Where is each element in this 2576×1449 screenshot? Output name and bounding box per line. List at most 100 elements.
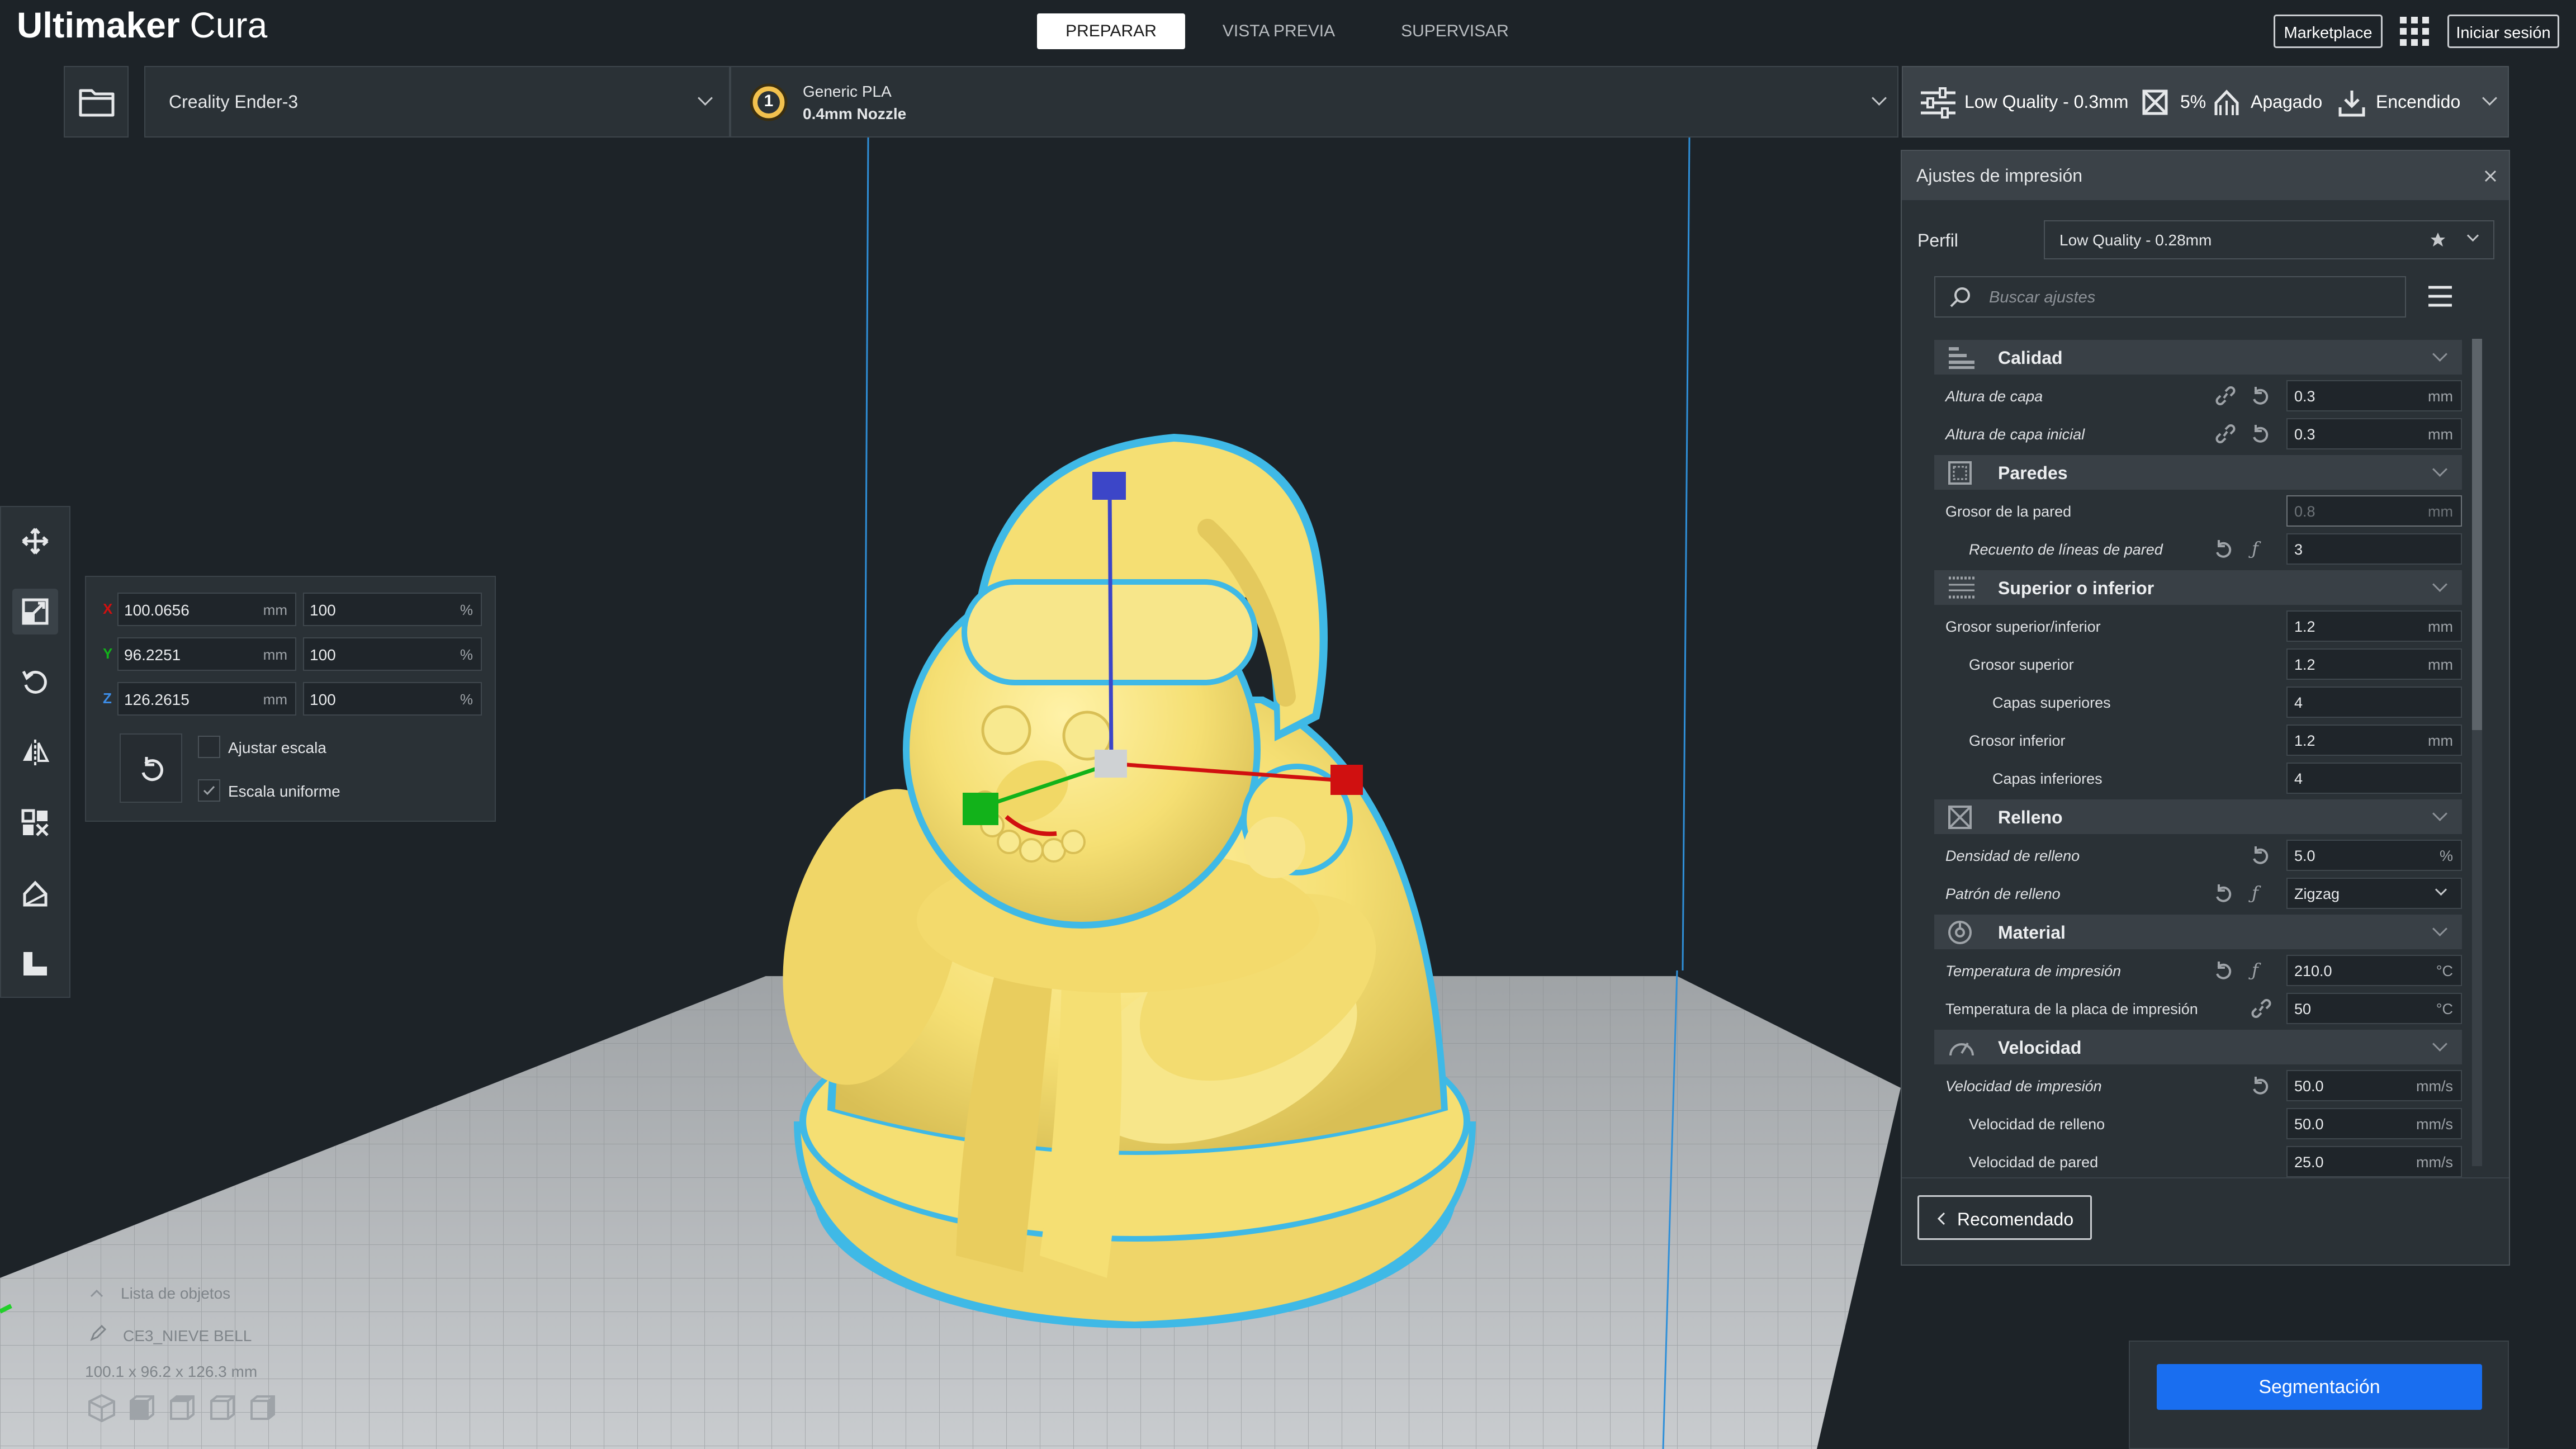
section-paredes[interactable]: Paredes [1934,455,2462,490]
reset-scale-button[interactable] [120,733,182,803]
temp-placa-input[interactable]: 50 °C [2286,993,2462,1024]
print-settings-summary[interactable]: Low Quality - 0.3mm 5% Apagado Encendido [1902,66,2509,138]
link-icon[interactable] [2251,998,2272,1019]
lay-flat-tool[interactable] [12,941,58,987]
capas-superiores-input[interactable]: 4 [2286,686,2462,718]
view-right-icon[interactable] [248,1393,277,1422]
per-model-settings-tool[interactable] [12,800,58,846]
setting-unit: mm/s [2416,1078,2453,1095]
chevron-up-icon[interactable] [89,1288,104,1298]
reset-icon[interactable] [2251,845,2270,865]
vel-relleno-input[interactable]: 50.0 mm/s [2286,1108,2462,1139]
altura-capa-input[interactable]: 0.3 mm [2286,380,2462,411]
recuento-lineas-input[interactable]: 3 [2286,533,2462,565]
grosor-sup-inf-input[interactable]: 1.2 mm [2286,610,2462,642]
view-left-icon[interactable] [208,1393,237,1422]
function-icon[interactable]: ƒ [2252,959,2258,981]
rotate-tool[interactable] [12,659,58,705]
setting-row-grosor-superior: Grosor superior 1.2 mm [1934,645,2462,683]
snap-scaling-checkbox[interactable] [198,736,220,758]
scale-y-mm-input[interactable]: 96.2251 mm [117,637,296,671]
reset-icon[interactable] [2214,539,2233,559]
section-superior-inferior[interactable]: Superior o inferior [1934,570,2462,605]
support-blocker-tool[interactable] [12,870,58,916]
object-name[interactable]: CE3_NIEVE BELL [123,1327,252,1345]
printer-selector[interactable]: Creality Ender-3 [144,66,730,138]
reset-icon[interactable] [2214,960,2233,981]
scale-x-mm-input[interactable]: 100.0656 mm [117,593,296,626]
marketplace-button[interactable]: Marketplace [2274,15,2383,48]
setting-value: 210.0 [2294,963,2332,979]
apps-grid-icon[interactable] [2400,17,2429,46]
signin-button[interactable]: Iniciar sesión [2447,15,2559,48]
altura-capa-inicial-input[interactable]: 0.3 mm [2286,418,2462,449]
setting-unit: mm/s [2416,1116,2453,1133]
uniform-scaling-checkbox[interactable] [198,779,220,802]
reset-icon[interactable] [2251,386,2270,406]
densidad-relleno-input[interactable]: 5.0 % [2286,840,2462,871]
grosor-inferior-input[interactable]: 1.2 mm [2286,724,2462,756]
tab-preparar[interactable]: PREPARAR [1037,13,1185,49]
material-selector[interactable]: 1 Generic PLA 0.4mm Nozzle [730,66,1898,138]
settings-scrollbar[interactable] [2472,339,2482,1166]
chevron-down-icon [2466,229,2479,242]
capas-inferiores-input[interactable]: 4 [2286,763,2462,794]
reset-icon[interactable] [2214,883,2233,903]
gizmo-handle-y[interactable] [963,793,998,825]
move-tool[interactable] [12,518,58,564]
panel-header: Ajustes de impresión [1902,151,2509,200]
setting-row-capas-superiores: Capas superiores 4 [1934,683,2462,721]
setting-value: 1.2 [2294,656,2315,673]
grosor-pared-input[interactable]: 0.8 mm [2286,495,2462,527]
temp-impresion-input[interactable]: 210.0 °C [2286,955,2462,986]
link-icon[interactable] [2215,424,2236,444]
checkmark-icon [203,785,215,795]
open-file-button[interactable] [64,66,129,138]
object-list-title[interactable]: Lista de objetos [121,1285,230,1303]
reset-icon[interactable] [2251,424,2270,444]
close-icon[interactable] [2483,169,2498,183]
scale-z-percent-input[interactable]: 100 % [303,682,482,716]
patron-relleno-select[interactable]: Zigzag [2286,878,2462,909]
view-3d-icon[interactable] [87,1393,116,1422]
scale-x-percent-input[interactable]: 100 % [303,593,482,626]
reset-icon[interactable] [2251,1076,2270,1096]
scale-y-percent-input[interactable]: 100 % [303,637,482,671]
section-velocidad[interactable]: Velocidad [1934,1030,2462,1064]
slice-button[interactable]: Segmentación [2157,1364,2482,1410]
scrollbar-thumb[interactable] [2472,339,2482,730]
search-settings-input[interactable]: Buscar ajustes [1934,276,2406,318]
scale-z-mm-input[interactable]: 126.2615 mm [117,682,296,716]
snowman-model[interactable] [754,434,1476,1328]
scale-tool[interactable] [12,589,58,634]
view-top-icon[interactable] [168,1393,197,1422]
setting-label: Velocidad de relleno [1969,1116,2105,1133]
star-icon[interactable] [2430,231,2446,248]
setting-label: Grosor superior [1969,656,2074,673]
setting-label: Grosor de la pared [1945,503,2072,520]
gizmo-handle-uniform[interactable] [1095,750,1127,778]
menu-icon[interactable] [2427,285,2453,307]
setting-row-grosor-sup-inf: Grosor superior/inferior 1.2 mm [1934,607,2462,645]
section-calidad[interactable]: Calidad [1934,340,2462,375]
function-icon[interactable]: ƒ [2252,882,2258,903]
setting-label: Densidad de relleno [1945,847,2080,864]
link-icon[interactable] [2215,386,2236,406]
view-front-icon[interactable] [127,1393,157,1422]
grosor-superior-input[interactable]: 1.2 mm [2286,648,2462,680]
recommended-button[interactable]: Recomendado [1917,1195,2092,1240]
setting-value: 0.3 [2294,388,2315,405]
vel-impresion-input[interactable]: 50.0 mm/s [2286,1070,2462,1101]
gizmo-handle-z[interactable] [1092,472,1126,500]
infill-summary: 5% [2180,92,2206,112]
section-material[interactable]: Material [1934,915,2462,949]
gizmo-handle-x[interactable] [1330,765,1363,795]
section-relleno[interactable]: Relleno [1934,799,2462,834]
vel-pared-input[interactable]: 25.0 mm/s [2286,1146,2462,1177]
chevron-down-icon [2432,921,2447,936]
mirror-tool[interactable] [12,730,58,775]
tab-vista-previa[interactable]: VISTA PREVIA [1208,13,1350,49]
tab-supervisar[interactable]: SUPERVISAR [1381,13,1529,49]
function-icon[interactable]: ƒ [2252,538,2258,559]
profile-dropdown[interactable]: Low Quality - 0.28mm [2044,220,2494,259]
